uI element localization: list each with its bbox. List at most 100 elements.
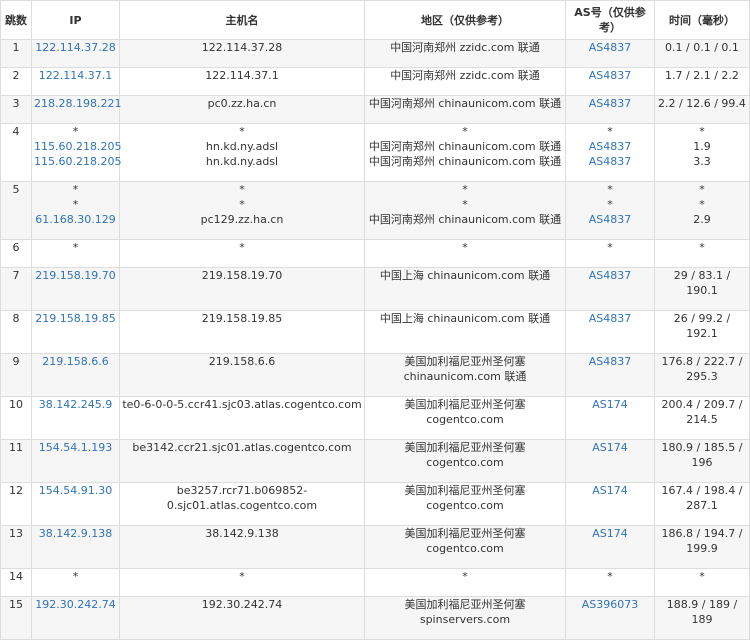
ip-link[interactable]: 154.54.1.193 <box>34 440 117 455</box>
time-text: * <box>699 241 705 254</box>
hostname-text: * <box>239 570 245 583</box>
ip-link[interactable]: 38.142.245.9 <box>34 397 117 412</box>
region-text: 中国上海 chinaunicom.com 联通 <box>379 312 551 325</box>
hop-number: 6 <box>0 239 32 268</box>
time-cell: * <box>654 239 750 268</box>
region-text: spinservers.com <box>419 613 511 626</box>
ip-link[interactable]: 219.158.19.85 <box>34 311 117 326</box>
asn-link[interactable]: AS396073 <box>568 597 652 612</box>
region-text: 中国河南郑州 chinaunicom.com 联通 <box>368 140 562 153</box>
table-row: 3 218.28.198.221 pc0.zz.ha.cn 中国河南郑州 chinau… <box>0 95 750 124</box>
hop-number: 3 <box>0 95 32 124</box>
asn-link[interactable]: AS4837 <box>568 354 652 369</box>
hostname-text: 219.158.6.6 <box>208 355 276 368</box>
table-row: 11 154.54.1.193 be3142.ccr21.sjc01.atlas.c… <box>0 439 750 483</box>
table-row: 10 38.142.245.9 te0-6-0-0-5.ccr41.sjc03.at… <box>0 396 750 440</box>
region-text: * <box>462 183 468 196</box>
ip-link[interactable]: 219.158.6.6 <box>34 354 117 369</box>
ip-cell: 122.114.37.28 <box>31 39 120 68</box>
time-text: 200.4 / 209.7 / <box>661 398 743 411</box>
ip-text: * <box>72 198 79 211</box>
asn-cell: * * AS4837 <box>565 181 655 240</box>
hostname-text: pc0.zz.ha.cn <box>207 97 277 110</box>
time-cell: 1.7 / 2.1 / 2.2 <box>654 67 750 96</box>
region-cell: 美国加利福尼亚州圣何塞 chinaunicom.com 联通 <box>364 353 566 397</box>
time-text: 2.9 <box>693 213 711 226</box>
ip-text: * <box>72 241 79 254</box>
region-text: * <box>462 241 468 254</box>
asn-cell: AS174 <box>565 525 655 569</box>
hostname-cell: 38.142.9.138 <box>119 525 365 569</box>
hop-number: 5 <box>0 181 32 240</box>
region-text: 中国河南郑州 chinaunicom.com 联通 <box>368 155 562 168</box>
time-text: 214.5 <box>686 413 718 426</box>
time-cell: 180.9 / 185.5 / 196 <box>654 439 750 483</box>
hostname-text: 192.30.242.74 <box>201 598 283 611</box>
ip-cell: 154.54.1.193 <box>31 439 120 483</box>
asn-cell: AS174 <box>565 396 655 440</box>
asn-cell: AS4837 <box>565 95 655 124</box>
table-row: 2 122.114.37.1 122.114.37.1 中国河南郑州 zzidc.co… <box>0 67 750 96</box>
region-text: chinaunicom.com 联通 <box>403 370 527 383</box>
time-text: 192.1 <box>686 327 718 340</box>
asn-text: * <box>607 125 613 138</box>
ip-link[interactable]: 115.60.218.205 <box>34 139 121 154</box>
asn-link[interactable]: AS4837 <box>568 68 652 83</box>
hop-number: 2 <box>0 67 32 96</box>
asn-link[interactable]: AS4837 <box>568 96 652 111</box>
time-cell: 188.9 / 189 / 189 <box>654 596 750 640</box>
asn-link[interactable]: AS174 <box>568 440 652 455</box>
ip-text: * <box>72 183 79 196</box>
hop-number: 9 <box>0 353 32 397</box>
asn-link[interactable]: AS174 <box>568 397 652 412</box>
ip-link[interactable]: 61.168.30.129 <box>34 212 117 227</box>
asn-link[interactable]: AS4837 <box>568 311 652 326</box>
time-text: 1.9 <box>693 140 711 153</box>
ip-text: * <box>72 125 79 138</box>
time-text: 189 <box>691 613 713 626</box>
hostname-text: 219.158.19.85 <box>201 312 283 325</box>
region-text: 美国加利福尼亚州圣何塞 <box>404 527 526 540</box>
asn-link[interactable]: AS4837 <box>568 212 652 227</box>
hop-number: 14 <box>0 568 32 597</box>
region-text: 美国加利福尼亚州圣何塞 <box>404 398 526 411</box>
hostname-text: * <box>239 183 245 196</box>
ip-link[interactable]: 122.114.37.28 <box>34 40 117 55</box>
asn-link[interactable]: AS174 <box>568 483 652 498</box>
asn-cell: AS396073 <box>565 596 655 640</box>
ip-cell: 38.142.9.138 <box>31 525 120 569</box>
ip-link[interactable]: 115.60.218.205 <box>34 154 121 169</box>
asn-link[interactable]: AS174 <box>568 526 652 541</box>
asn-link[interactable]: AS4837 <box>568 154 652 169</box>
time-cell: * 1.9 3.3 <box>654 123 750 182</box>
ip-link[interactable]: 122.114.37.1 <box>34 68 117 83</box>
region-cell: * <box>364 568 566 597</box>
hostname-text: hn.kd.ny.adsl <box>205 155 279 168</box>
hostname-text: hn.kd.ny.adsl <box>205 140 279 153</box>
hostname-cell: te0-6-0-0-5.ccr41.sjc03.atlas.cogentco.c… <box>119 396 365 440</box>
time-cell: 200.4 / 209.7 / 214.5 <box>654 396 750 440</box>
asn-link[interactable]: AS4837 <box>568 139 652 154</box>
asn-link[interactable]: AS4837 <box>568 268 652 283</box>
time-cell: * * 2.9 <box>654 181 750 240</box>
asn-link[interactable]: AS4837 <box>568 40 652 55</box>
ip-link[interactable]: 219.158.19.70 <box>34 268 117 283</box>
ip-link[interactable]: 192.30.242.74 <box>34 597 117 612</box>
ip-cell: 219.158.6.6 <box>31 353 120 397</box>
time-text: 26 / 99.2 / <box>673 312 731 325</box>
hostname-text: * <box>239 125 245 138</box>
header-asn: AS号（仅供参考） <box>565 0 655 40</box>
ip-link[interactable]: 218.28.198.221 <box>34 96 121 111</box>
asn-cell: AS174 <box>565 482 655 526</box>
ip-link[interactable]: 38.142.9.138 <box>34 526 117 541</box>
hop-number: 13 <box>0 525 32 569</box>
region-text: 中国河南郑州 chinaunicom.com 联通 <box>368 97 562 110</box>
hostname-cell: 219.158.19.85 <box>119 310 365 354</box>
ip-link[interactable]: 154.54.91.30 <box>34 483 117 498</box>
table-row: 4 * 115.60.218.205 115.60.218.205 * hn.kd.ny.… <box>0 123 750 182</box>
time-text: 1.7 / 2.1 / 2.2 <box>665 69 739 82</box>
region-cell: 中国上海 chinaunicom.com 联通 <box>364 267 566 311</box>
asn-cell: * <box>565 568 655 597</box>
hostname-cell: * * pc129.zz.ha.cn <box>119 181 365 240</box>
region-cell: 中国河南郑州 zzidc.com 联通 <box>364 67 566 96</box>
